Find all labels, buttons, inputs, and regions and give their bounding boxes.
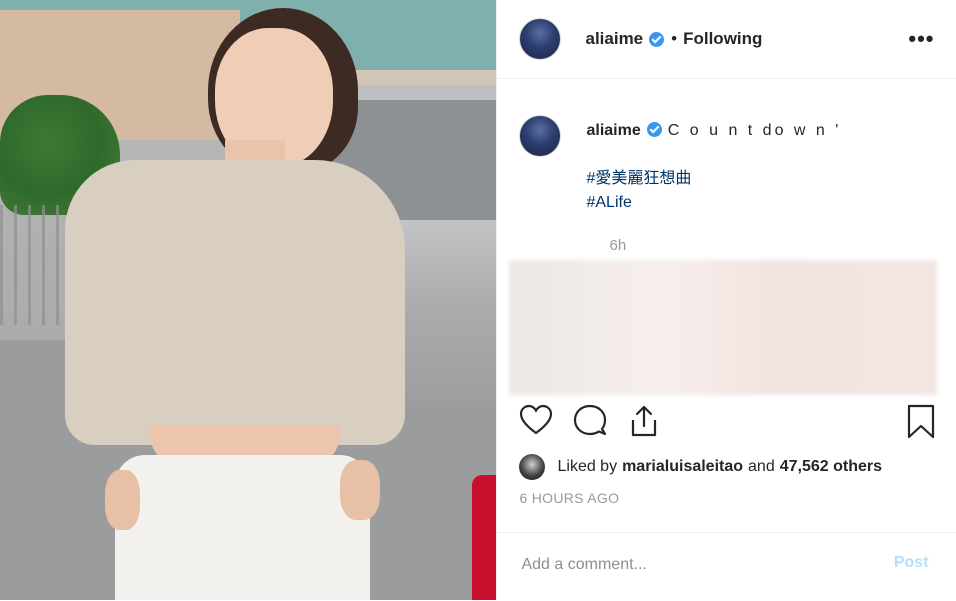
- caption-avatar[interactable]: [519, 115, 562, 157]
- caption-username[interactable]: aliaime: [586, 122, 640, 139]
- action-bar: [497, 398, 956, 448]
- blurred-comments-area: [509, 260, 938, 395]
- comment-input[interactable]: [519, 551, 874, 579]
- likes-summary: Liked by marialuisaleitao and 47,562 oth…: [519, 452, 939, 482]
- photo-person-right-hand: [340, 460, 380, 520]
- caption-verified-badge-icon: [646, 122, 662, 137]
- photo-person-sweater: [65, 160, 405, 445]
- post-side-panel: aliaime • Following ••• aliaime C o u n t…: [496, 0, 956, 600]
- heart-icon[interactable]: [519, 404, 553, 441]
- liked-by-label: Liked by: [557, 458, 618, 475]
- verified-badge-icon: [649, 31, 665, 47]
- post-comment-button[interactable]: Post: [888, 553, 935, 573]
- header-separator: •: [671, 29, 678, 48]
- instagram-post: aliaime • Following ••• aliaime C o u n t…: [0, 0, 956, 600]
- likes-conjunction: and: [748, 458, 775, 475]
- comment-bubble-icon[interactable]: [573, 404, 607, 441]
- caption-timestamp[interactable]: 6h: [609, 237, 626, 254]
- liker-avatar[interactable]: [519, 454, 546, 480]
- likes-others-count[interactable]: 47,562 others: [780, 458, 882, 476]
- add-comment-section: Post: [497, 532, 956, 601]
- caption-text: C o u n t do w n ': [667, 122, 842, 139]
- caption-hashtags: #愛美麗狂想曲 #ALife: [586, 167, 936, 215]
- bookmark-icon[interactable]: [906, 404, 936, 445]
- post-photo[interactable]: [0, 0, 497, 600]
- photo-red-car: [472, 475, 497, 600]
- post-header: aliaime • Following •••: [497, 0, 956, 79]
- hashtag-link[interactable]: #ALife: [586, 191, 936, 215]
- post-age[interactable]: 6 HOURS AGO: [519, 490, 619, 506]
- share-icon[interactable]: [628, 404, 660, 443]
- following-button[interactable]: Following: [683, 29, 762, 49]
- hashtag-link[interactable]: #愛美麗狂想曲: [586, 167, 936, 191]
- more-options-icon[interactable]: •••: [908, 26, 934, 52]
- profile-avatar[interactable]: [519, 18, 562, 60]
- header-username[interactable]: aliaime: [585, 29, 643, 49]
- photo-person-left-hand: [105, 470, 140, 530]
- photo-person-pants: [115, 455, 370, 600]
- liker-username[interactable]: marialuisaleitao: [622, 458, 743, 476]
- caption-body: aliaime C o u n t do w n ' #愛美麗狂想曲 #ALife: [586, 119, 936, 215]
